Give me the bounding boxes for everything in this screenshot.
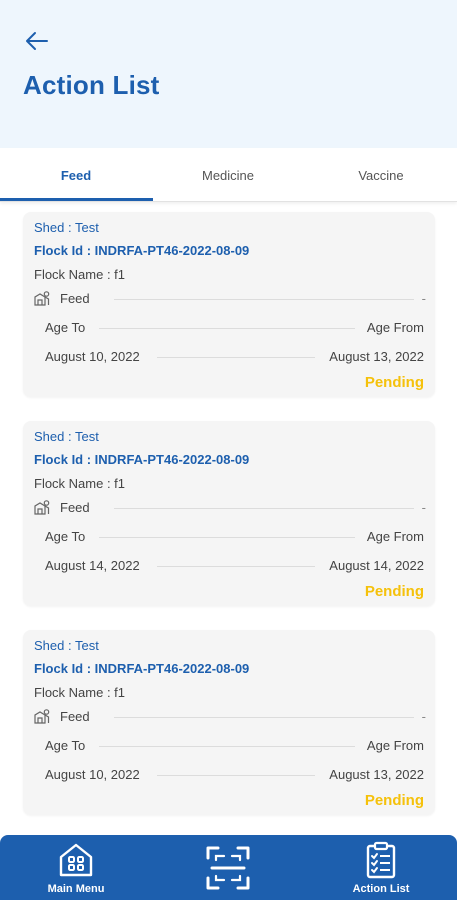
action-card[interactable]: Shed : Test Flock Id : INDRFA-PT46-2022-… bbox=[23, 630, 435, 815]
divider bbox=[99, 537, 355, 538]
feed-row: Feed - bbox=[34, 289, 426, 309]
feed-value: - bbox=[421, 291, 426, 306]
action-card[interactable]: Shed : Test Flock Id : INDRFA-PT46-2022-… bbox=[23, 421, 435, 606]
shed-label: Shed : Test bbox=[34, 220, 99, 235]
bottom-navigation: Main Menu Action List bbox=[0, 835, 457, 900]
date-end: August 14, 2022 bbox=[329, 558, 424, 573]
arrow-left-icon bbox=[26, 32, 48, 50]
feed-label: Feed bbox=[60, 291, 90, 306]
nav-action-list[interactable]: Action List bbox=[305, 835, 457, 900]
feed-label: Feed bbox=[60, 500, 90, 515]
flock-name-label: Flock Name : f1 bbox=[34, 685, 126, 700]
home-grid-icon bbox=[59, 843, 93, 877]
nav-main-menu[interactable]: Main Menu bbox=[0, 835, 152, 900]
checklist-icon bbox=[366, 841, 396, 879]
feed-value: - bbox=[421, 709, 426, 724]
header: Action List bbox=[0, 0, 457, 148]
age-to-label: Age To bbox=[45, 320, 86, 335]
scan-icon bbox=[206, 846, 250, 890]
flock-id-label: Flock Id : INDRFA-PT46-2022-08-09 bbox=[34, 452, 250, 467]
flock-name-label: Flock Name : f1 bbox=[34, 476, 126, 491]
nav-label-main-menu: Main Menu bbox=[47, 883, 105, 895]
flock-id-label: Flock Id : INDRFA-PT46-2022-08-09 bbox=[34, 243, 250, 258]
action-list[interactable]: Shed : Test Flock Id : INDRFA-PT46-2022-… bbox=[0, 203, 457, 835]
feed-icon bbox=[34, 500, 50, 515]
page-title: Action List bbox=[23, 70, 160, 100]
shed-label: Shed : Test bbox=[34, 429, 99, 444]
shed-label: Shed : Test bbox=[34, 638, 99, 653]
status-badge: Pending bbox=[364, 792, 424, 809]
age-from-label: Age From bbox=[366, 738, 424, 753]
divider bbox=[99, 746, 355, 747]
status-badge: Pending bbox=[364, 374, 424, 391]
active-tab-indicator bbox=[0, 198, 153, 201]
tab-medicine[interactable]: Medicine bbox=[152, 148, 304, 202]
divider bbox=[157, 357, 315, 358]
tab-bar: Feed Medicine Vaccine bbox=[0, 148, 457, 202]
back-button[interactable] bbox=[20, 26, 52, 56]
feed-icon bbox=[34, 291, 50, 306]
status-badge: Pending bbox=[364, 583, 424, 600]
age-to-label: Age To bbox=[45, 529, 86, 544]
divider bbox=[157, 566, 315, 567]
flock-name-label: Flock Name : f1 bbox=[34, 267, 126, 282]
feed-row: Feed - bbox=[34, 707, 426, 727]
feed-label: Feed bbox=[60, 709, 90, 724]
flock-id-label: Flock Id : INDRFA-PT46-2022-08-09 bbox=[34, 661, 250, 676]
date-start: August 10, 2022 bbox=[45, 349, 140, 364]
age-from-label: Age From bbox=[366, 320, 424, 335]
feed-icon bbox=[34, 709, 50, 724]
divider bbox=[157, 775, 315, 776]
divider bbox=[114, 508, 414, 509]
date-end: August 13, 2022 bbox=[329, 767, 424, 782]
date-end: August 13, 2022 bbox=[329, 349, 424, 364]
feed-value: - bbox=[421, 500, 426, 515]
divider bbox=[114, 299, 414, 300]
action-card[interactable]: Shed : Test Flock Id : INDRFA-PT46-2022-… bbox=[23, 212, 435, 397]
feed-row: Feed - bbox=[34, 498, 426, 518]
age-from-label: Age From bbox=[366, 529, 424, 544]
nav-label-action-list: Action List bbox=[352, 883, 410, 895]
divider bbox=[114, 717, 414, 718]
divider bbox=[99, 328, 355, 329]
nav-scan[interactable] bbox=[152, 835, 304, 900]
date-start: August 14, 2022 bbox=[45, 558, 140, 573]
tab-feed[interactable]: Feed bbox=[0, 148, 152, 202]
age-to-label: Age To bbox=[45, 738, 86, 753]
date-start: August 10, 2022 bbox=[45, 767, 140, 782]
tab-vaccine[interactable]: Vaccine bbox=[305, 148, 457, 202]
